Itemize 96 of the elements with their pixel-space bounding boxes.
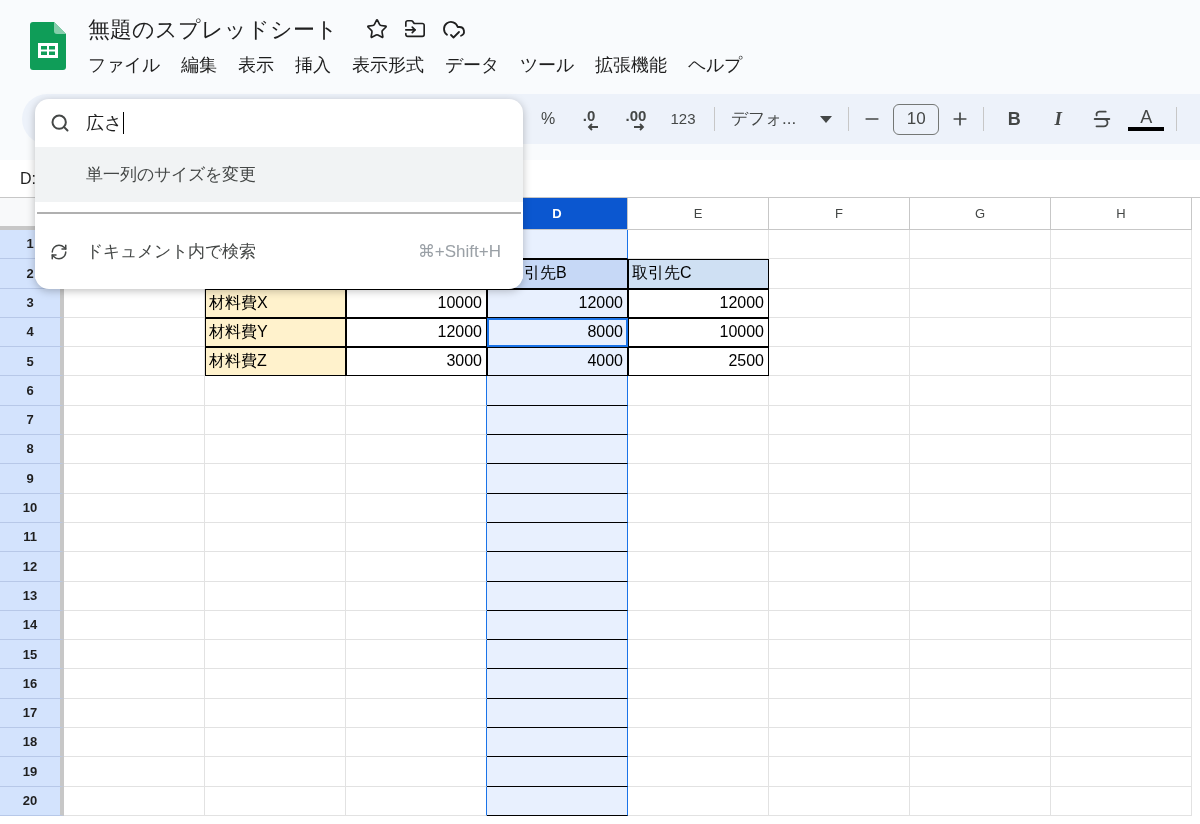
right-arrow-icon — [633, 122, 645, 131]
search-icon — [50, 113, 70, 133]
menu-item[interactable]: 挿入 — [287, 50, 339, 81]
increase-decimal-button[interactable]: .00 — [612, 107, 660, 131]
italic-button[interactable]: I — [1036, 104, 1081, 134]
menu-item[interactable]: ツール — [512, 50, 582, 81]
grid-cell[interactable] — [346, 493, 487, 523]
grid-cell[interactable] — [346, 610, 487, 641]
row-header[interactable]: 14 — [0, 610, 64, 641]
table-cell: 材料費Z — [205, 347, 346, 377]
grid-cell[interactable] — [487, 698, 628, 729]
row-header[interactable]: 11 — [0, 522, 64, 553]
grid-cell[interactable] — [487, 786, 628, 816]
column-header[interactable]: F — [769, 198, 910, 230]
grid-cell[interactable] — [346, 786, 487, 816]
row-header[interactable]: 3 — [0, 288, 64, 318]
grid-cell[interactable] — [346, 376, 487, 406]
grid-cell[interactable] — [487, 552, 628, 582]
table-cell: 8000 — [487, 317, 628, 348]
table-cell: 4000 — [487, 347, 628, 377]
grid-cell[interactable] — [346, 552, 487, 582]
table-cell: 2500 — [628, 347, 769, 377]
search-result[interactable]: ドキュメント内で検索 ⌘+Shift+H — [35, 224, 523, 279]
grid-cell[interactable] — [487, 757, 628, 787]
table-cell: 12000 — [487, 288, 628, 318]
menu-item[interactable]: 編集 — [173, 50, 225, 81]
grid-cell[interactable] — [487, 728, 628, 758]
text-color-button[interactable]: A — [1128, 107, 1165, 131]
menu-item[interactable]: ヘルプ — [680, 50, 750, 81]
table-cell: 取引先C — [628, 259, 769, 289]
grid-cell[interactable] — [346, 728, 487, 758]
menu-item[interactable]: 拡張機能 — [587, 50, 675, 81]
grid-cell[interactable] — [346, 640, 487, 670]
table-cell: 3000 — [346, 347, 487, 377]
percent-format-button[interactable]: % — [530, 107, 566, 131]
caret-icon — [820, 115, 833, 123]
row-header[interactable]: 5 — [0, 347, 64, 377]
menu-item[interactable]: データ — [437, 50, 507, 81]
star-icon[interactable] — [366, 18, 388, 40]
menu-item[interactable]: 表示形式 — [344, 50, 432, 81]
row-header[interactable]: 6 — [0, 376, 64, 406]
grid-cell[interactable] — [487, 581, 628, 611]
row-header[interactable]: 16 — [0, 669, 64, 699]
spreadsheet-logo[interactable] — [30, 22, 66, 70]
row-header[interactable]: 20 — [0, 786, 64, 816]
grid-cell[interactable] — [487, 493, 628, 523]
decrease-decimal-button[interactable]: .0 — [566, 107, 612, 131]
row-header[interactable]: 7 — [0, 405, 64, 436]
bold-button[interactable]: B — [992, 105, 1037, 133]
grid-cell[interactable] — [487, 522, 628, 553]
grid-cell[interactable] — [487, 464, 628, 494]
document-title[interactable]: 無題のスプレッドシート — [88, 12, 338, 46]
number-format-button[interactable]: 123 — [660, 107, 706, 131]
font-size-field[interactable]: 10 — [893, 103, 940, 135]
grid-cell[interactable] — [487, 610, 628, 641]
row-header[interactable]: 8 — [0, 435, 64, 465]
grid-cell[interactable] — [487, 669, 628, 699]
row-header[interactable]: 17 — [0, 698, 64, 729]
row-header[interactable]: 19 — [0, 757, 64, 787]
table-cell: 材料費Y — [205, 317, 346, 348]
grid-cell[interactable] — [487, 435, 628, 465]
grid-cell[interactable] — [346, 581, 487, 611]
grid-cell[interactable] — [346, 464, 487, 494]
menu-item[interactable]: ファイル — [80, 50, 168, 81]
font-dropdown[interactable]: デフォ... — [723, 106, 841, 132]
grid-cell[interactable] — [346, 669, 487, 699]
grid-cell[interactable] — [346, 435, 487, 465]
column-header[interactable]: E — [628, 198, 769, 230]
left-arrow-icon — [587, 122, 599, 131]
folder-arrow-icon[interactable] — [404, 18, 426, 40]
refresh-icon — [50, 242, 68, 261]
menu-item[interactable]: 表示 — [230, 50, 282, 81]
grid-cell[interactable] — [487, 405, 628, 436]
grid-cell[interactable] — [487, 376, 628, 406]
row-header[interactable]: 4 — [0, 317, 64, 348]
grid-cell[interactable] — [346, 522, 487, 553]
row-header[interactable]: 18 — [0, 728, 64, 758]
grid-cell[interactable] — [346, 757, 487, 787]
table-cell: 材料費X — [205, 288, 346, 318]
grid-cell[interactable] — [487, 640, 628, 670]
row-header[interactable]: 10 — [0, 493, 64, 523]
table-cell: 10000 — [628, 317, 769, 348]
row-header[interactable]: 15 — [0, 640, 64, 670]
row-header[interactable]: 12 — [0, 552, 64, 582]
table-cell: 12000 — [346, 317, 487, 348]
name-box[interactable]: D: — [20, 166, 36, 191]
column-header[interactable]: G — [910, 198, 1051, 230]
grid-cell[interactable] — [346, 698, 487, 729]
column-header[interactable]: H — [1051, 198, 1192, 230]
grid-cell[interactable] — [346, 405, 487, 436]
row-header[interactable]: 13 — [0, 581, 64, 611]
search-field[interactable]: 広さ — [86, 109, 124, 137]
table-cell: 12000 — [628, 288, 769, 318]
table-cell: 10000 — [346, 288, 487, 318]
row-header[interactable]: 9 — [0, 464, 64, 494]
search-result[interactable]: 単一列のサイズを変更 — [35, 147, 523, 202]
